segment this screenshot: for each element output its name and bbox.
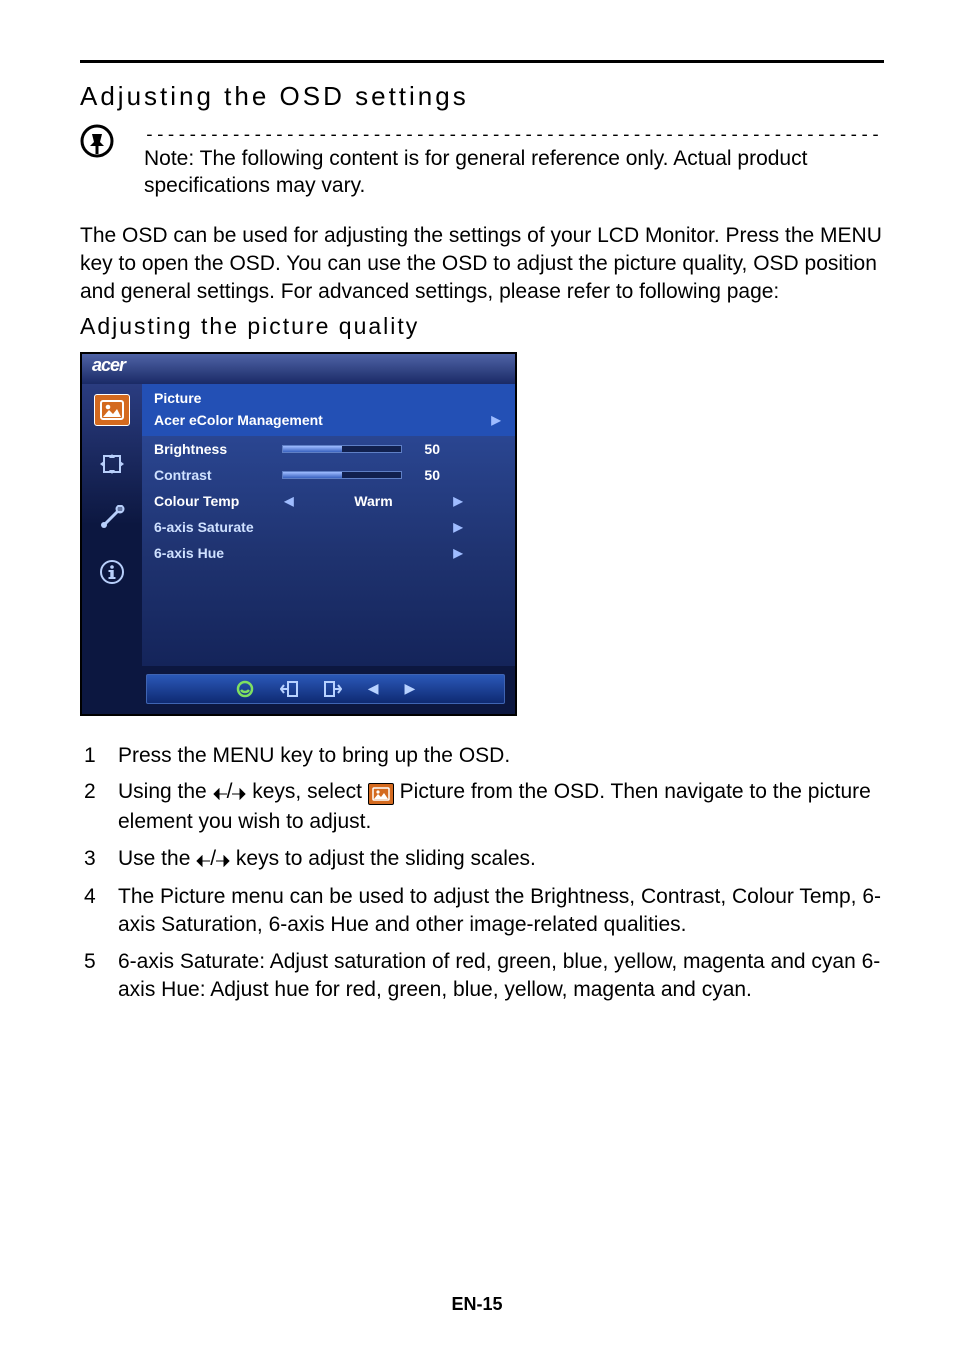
step-4: 4 The Picture menu can be used to adjust… (80, 883, 884, 940)
step-2: 2 Using the / keys, select Picture from … (80, 778, 884, 837)
colourtemp-label: Colour Temp (154, 493, 274, 509)
footer-right-icon[interactable]: ▶ (405, 680, 416, 697)
row-colourtemp[interactable]: Colour Temp ◀ Warm ▶ (142, 488, 515, 514)
section-subtitle: Adjusting the picture quality (80, 313, 884, 340)
osd-brandbar: acer (82, 354, 515, 384)
row-hue[interactable]: 6-axis Hue ▶ (142, 540, 515, 566)
contrast-slider[interactable] (282, 471, 402, 479)
chevron-right-icon[interactable]: ▶ (451, 494, 465, 508)
chevron-right-icon[interactable]: ▶ (451, 546, 465, 560)
brightness-slider[interactable] (282, 445, 402, 453)
row-brightness[interactable]: Brightness 50 (142, 436, 515, 462)
info-tab-icon[interactable] (94, 556, 130, 588)
right-arrow-icon (216, 847, 230, 875)
panel-subtitle: Acer eColor Management (154, 412, 323, 428)
right-arrow-icon (232, 780, 246, 808)
picture-inline-icon (368, 783, 394, 805)
top-divider (80, 60, 884, 63)
osd-footer: ◀ ▶ (146, 674, 505, 704)
left-arrow-icon (213, 780, 227, 808)
position-tab-icon[interactable] (94, 448, 130, 480)
brightness-value: 50 (410, 441, 440, 457)
osd-panel: Picture Acer eColor Management ▶ Brightn… (142, 384, 515, 666)
hue-label: 6-axis Hue (154, 545, 274, 561)
footer-empower-icon[interactable] (236, 680, 254, 698)
step-1: 1 Press the MENU key to bring up the OSD… (80, 742, 884, 770)
settings-tab-icon[interactable] (94, 502, 130, 534)
contrast-fill (283, 472, 342, 478)
chevron-left-icon[interactable]: ◀ (282, 494, 296, 508)
osd-brand-text: acer (82, 353, 135, 377)
osd-window: acer (80, 352, 517, 716)
row-saturate[interactable]: 6-axis Saturate ▶ (142, 514, 515, 540)
footer-enter-icon[interactable] (324, 681, 342, 697)
panel-subtitle-row[interactable]: Acer eColor Management ▶ (142, 408, 515, 436)
note-pin-icon (80, 124, 114, 164)
saturate-label: 6-axis Saturate (154, 519, 274, 535)
panel-title: Picture (142, 384, 515, 408)
footer-left-icon[interactable]: ◀ (368, 680, 379, 697)
osd-sidebar (82, 384, 142, 666)
instructions-list: 1 Press the MENU key to bring up the OSD… (80, 742, 884, 1005)
chevron-right-icon: ▶ (489, 413, 503, 427)
brightness-label: Brightness (154, 441, 274, 457)
contrast-value: 50 (410, 467, 440, 483)
colourtemp-value: Warm (304, 493, 443, 509)
step-3: 3 Use the / keys to adjust the sliding s… (80, 845, 884, 875)
step-5: 5 6-axis Saturate: Adjust saturation of … (80, 948, 884, 1005)
picture-tab-icon[interactable] (94, 394, 130, 426)
page-number: EN-15 (0, 1294, 954, 1315)
brightness-fill (283, 446, 342, 452)
chevron-right-icon[interactable]: ▶ (451, 520, 465, 534)
description-text: The OSD can be used for adjusting the se… (80, 222, 884, 307)
row-contrast[interactable]: Contrast 50 (142, 462, 515, 488)
left-arrow-icon (196, 847, 210, 875)
note-block: ----------------------------------------… (80, 124, 884, 200)
footer-exit-icon[interactable] (280, 681, 298, 697)
note-dashes: ----------------------------------------… (144, 124, 884, 145)
contrast-label: Contrast (154, 467, 274, 483)
page-title: Adjusting the OSD settings (80, 81, 884, 112)
note-text: Note: The following content is for gener… (144, 145, 884, 200)
